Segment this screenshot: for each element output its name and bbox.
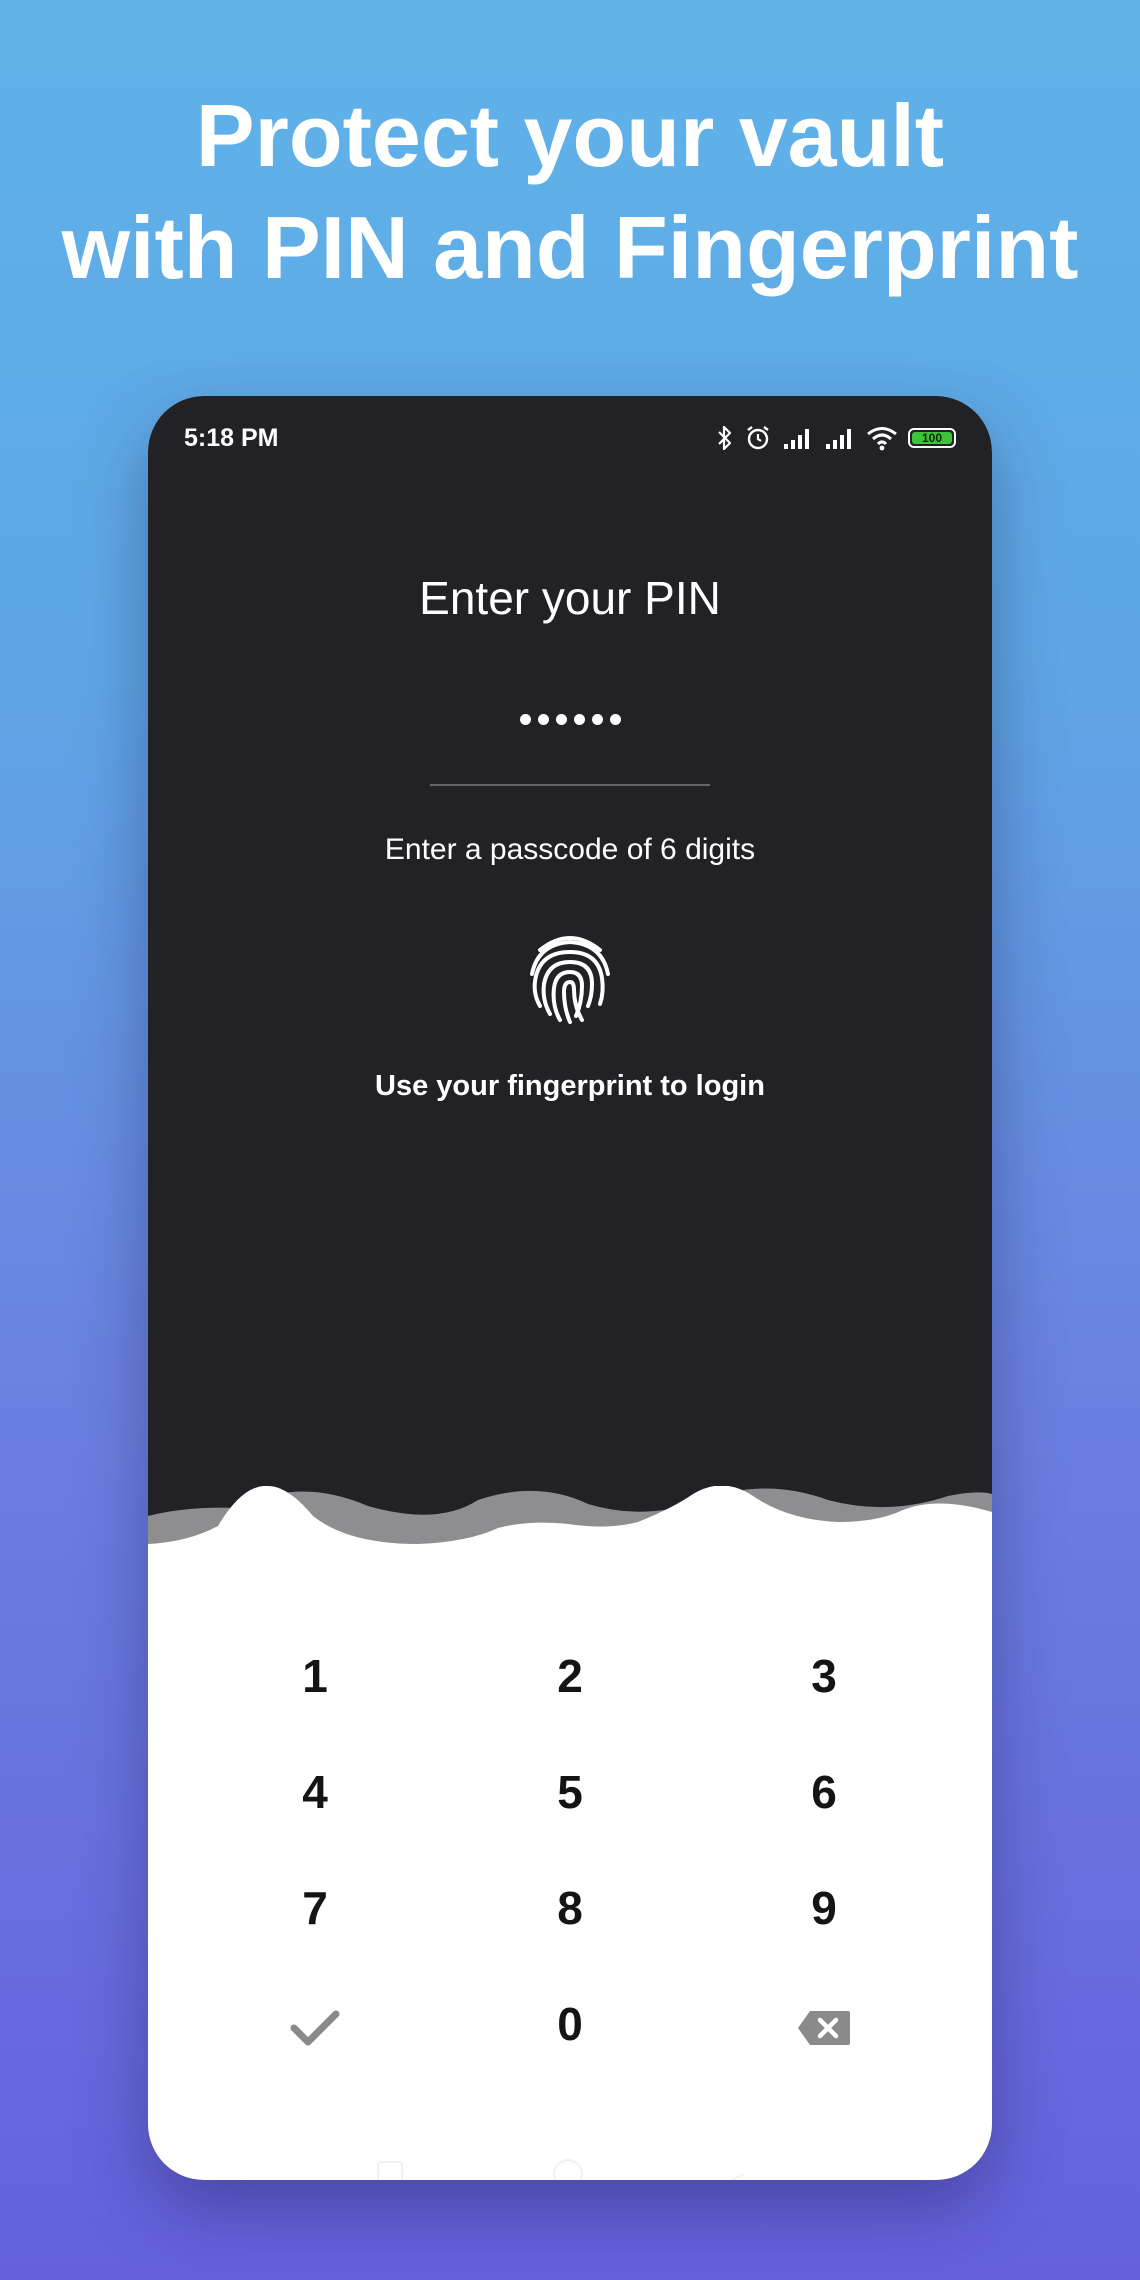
navigation-bar [377, 2159, 745, 2180]
key-5[interactable]: 5 [480, 1742, 660, 1842]
wifi-icon [867, 427, 897, 451]
pin-dot [537, 714, 549, 725]
signal-icon [826, 429, 851, 449]
key-9[interactable]: 9 [734, 1858, 914, 1958]
bluetooth-icon [718, 425, 732, 451]
confirm-button[interactable] [225, 1974, 405, 2074]
status-bar: 5:18 PM 100 [148, 418, 992, 458]
pin-underline [430, 784, 710, 786]
keypad: 1 2 3 4 5 6 7 8 9 0 [148, 1626, 992, 2146]
pin-dot [573, 714, 585, 725]
pin-dot [519, 714, 531, 725]
alarm-icon [747, 426, 769, 450]
pin-dot [591, 714, 603, 725]
headline: Protect your vault with PIN and Fingerpr… [0, 80, 1140, 304]
headline-line-1: Protect your vault [195, 86, 945, 185]
recent-apps-icon [377, 2161, 403, 2180]
back-icon [729, 2173, 745, 2180]
key-1[interactable]: 1 [225, 1626, 405, 1726]
key-7[interactable]: 7 [225, 1858, 405, 1958]
key-0[interactable]: 0 [480, 1974, 660, 2074]
pin-dot [609, 714, 621, 725]
signal-icon [784, 429, 809, 449]
check-icon [290, 2010, 340, 2046]
wave-divider [148, 1486, 992, 1626]
backspace-button[interactable] [734, 1974, 914, 2074]
key-8[interactable]: 8 [480, 1858, 660, 1958]
key-3[interactable]: 3 [734, 1626, 914, 1726]
key-2[interactable]: 2 [480, 1626, 660, 1726]
battery-icon: 100 [908, 428, 956, 448]
phone-frame: 5:18 PM 100 Enter your PIN Enter a passc… [148, 396, 992, 2180]
headline-line-2: with PIN and Fingerprint [61, 198, 1079, 297]
status-time: 5:18 PM [184, 424, 279, 452]
pin-title: Enter your PIN [419, 572, 721, 624]
key-6[interactable]: 6 [734, 1742, 914, 1842]
fingerprint-label: Use your fingerprint to login [375, 1070, 765, 1102]
fingerprint-icon[interactable] [526, 930, 614, 1026]
status-icons: 100 [716, 420, 956, 456]
pin-input[interactable] [148, 714, 992, 725]
pin-panel: 5:18 PM 100 Enter your PIN Enter a passc… [148, 396, 992, 1536]
key-4[interactable]: 4 [225, 1742, 405, 1842]
pin-hint: Enter a passcode of 6 digits [384, 833, 756, 866]
backspace-icon [798, 2010, 850, 2045]
pin-dot [555, 714, 567, 725]
home-icon [553, 2159, 583, 2180]
battery-level: 100 [912, 432, 952, 444]
